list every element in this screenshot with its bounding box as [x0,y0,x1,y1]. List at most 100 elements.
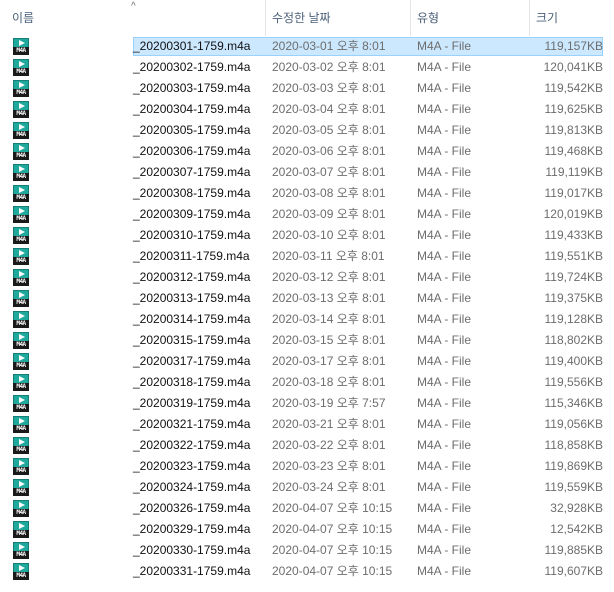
file-row[interactable]: M4A _20200305-1759.m4a 2020-03-05 오후 8:01 M… [0,120,614,141]
file-name[interactable]: _20200302-1759.m4a [133,57,250,78]
file-name[interactable]: _20200329-1759.m4a [133,519,250,540]
file-row[interactable]: M4A _20200330-1759.m4a 2020-04-07 오후 10:15… [0,540,614,561]
m4a-file-icon: M4A [13,521,29,538]
file-name[interactable]: _20200305-1759.m4a [133,120,250,141]
file-name[interactable]: _20200303-1759.m4a [133,78,250,99]
file-row[interactable]: M4A _20200317-1759.m4a 2020-03-17 오후 8:01 M… [0,351,614,372]
file-name[interactable]: _20200314-1759.m4a [133,309,250,330]
file-name[interactable]: _20200330-1759.m4a [133,540,250,561]
file-row[interactable]: M4A _20200321-1759.m4a 2020-03-21 오후 8:01 M… [0,414,614,435]
file-size: 118,858KB [544,438,604,452]
file-type: M4A - File [417,522,472,536]
file-row[interactable]: M4A _20200307-1759.m4a 2020-03-07 오후 8:01 M… [0,162,614,183]
file-name[interactable]: _20200322-1759.m4a [133,435,250,456]
file-name[interactable]: _20200324-1759.m4a [133,477,250,498]
file-name[interactable]: _20200319-1759.m4a [133,393,250,414]
file-row[interactable]: M4A _20200309-1759.m4a 2020-03-09 오후 8:01 M… [0,204,614,225]
file-name[interactable]: _20200307-1759.m4a [133,162,250,183]
file-icon-label: M4A [13,89,29,97]
play-icon [19,208,25,214]
column-header-size[interactable]: 크기 [529,0,614,36]
file-row[interactable]: M4A _20200324-1759.m4a 2020-03-24 오후 8:01 M… [0,477,614,498]
file-row[interactable]: M4A _20200310-1759.m4a 2020-03-10 오후 8:01 M… [0,225,614,246]
play-icon [19,166,25,172]
m4a-file-icon: M4A [13,248,29,265]
file-name[interactable]: _20200323-1759.m4a [133,456,250,477]
file-icon-label: M4A [13,383,29,391]
file-date-modified: 2020-03-08 오후 8:01 [272,186,386,200]
file-type: M4A - File [417,102,472,116]
file-name[interactable]: _20200326-1759.m4a [133,498,250,519]
file-name[interactable]: _20200321-1759.m4a [133,414,250,435]
m4a-file-icon: M4A [13,59,29,76]
file-row[interactable]: M4A _20200312-1759.m4a 2020-03-12 오후 8:01 M… [0,267,614,288]
m4a-file-icon: M4A [13,458,29,475]
file-row[interactable]: M4A _20200313-1759.m4a 2020-03-13 오후 8:01 M… [0,288,614,309]
file-icon-label: M4A [13,509,29,517]
file-size: 115,346KB [544,396,604,410]
file-type: M4A - File [417,81,472,95]
file-type: M4A - File [417,564,472,578]
file-row[interactable]: M4A _20200319-1759.m4a 2020-03-19 오후 7:57 M… [0,393,614,414]
file-name[interactable]: _20200301-1759.m4a [133,36,250,57]
file-size: 119,017KB [544,186,604,200]
file-date-modified: 2020-03-17 오후 8:01 [272,354,386,368]
file-row[interactable]: M4A _20200303-1759.m4a 2020-03-03 오후 8:01 M… [0,78,614,99]
file-row[interactable]: M4A _20200326-1759.m4a 2020-04-07 오후 10:15… [0,498,614,519]
m4a-file-icon: M4A [13,122,29,139]
file-type: M4A - File [417,270,472,284]
file-name[interactable]: _20200331-1759.m4a [133,561,250,582]
file-type: M4A - File [417,144,472,158]
sort-ascending-icon: ^ [131,1,136,12]
file-row[interactable]: M4A _20200306-1759.m4a 2020-03-06 오후 8:01 M… [0,141,614,162]
play-icon [19,124,25,130]
play-icon [19,502,25,508]
play-icon [19,439,25,445]
file-size: 120,041KB [543,60,603,74]
file-name[interactable]: _20200317-1759.m4a [133,351,250,372]
file-type: M4A - File [417,543,472,557]
file-type: M4A - File [417,249,472,263]
play-icon [19,145,25,151]
file-name[interactable]: _20200315-1759.m4a [133,330,250,351]
play-icon [19,334,25,340]
file-icon-label: M4A [13,362,29,370]
file-size: 119,400KB [544,354,604,368]
file-name[interactable]: _20200304-1759.m4a [133,99,250,120]
file-row[interactable]: M4A _20200304-1759.m4a 2020-03-04 오후 8:01 M… [0,99,614,120]
file-row[interactable]: M4A _20200311-1759.m4a 2020-03-11 오후 8:01 M… [0,246,614,267]
file-type: M4A - File [417,501,472,515]
file-row[interactable]: M4A _20200308-1759.m4a 2020-03-08 오후 8:01 M… [0,183,614,204]
m4a-file-icon: M4A [13,311,29,328]
file-row[interactable]: M4A _20200331-1759.m4a 2020-04-07 오후 10:15… [0,561,614,582]
file-name[interactable]: _20200306-1759.m4a [133,141,250,162]
file-name[interactable]: _20200318-1759.m4a [133,372,250,393]
file-name[interactable]: _20200313-1759.m4a [133,288,250,309]
file-row[interactable]: M4A _20200323-1759.m4a 2020-03-23 오후 8:01 M… [0,456,614,477]
m4a-file-icon: M4A [13,416,29,433]
play-icon [19,460,25,466]
file-row[interactable]: M4A _20200314-1759.m4a 2020-03-14 오후 8:01 M… [0,309,614,330]
file-type: M4A - File [417,39,472,53]
file-name[interactable]: _20200312-1759.m4a [133,267,250,288]
file-row[interactable]: M4A _20200315-1759.m4a 2020-03-15 오후 8:01 M… [0,330,614,351]
m4a-file-icon: M4A [13,542,29,559]
file-date-modified: 2020-03-23 오후 8:01 [272,459,386,473]
file-row[interactable]: M4A _20200318-1759.m4a 2020-03-18 오후 8:01 M… [0,372,614,393]
file-date-modified: 2020-03-06 오후 8:01 [272,144,386,158]
file-row[interactable]: M4A _20200329-1759.m4a 2020-04-07 오후 10:15… [0,519,614,540]
file-list: M4A _20200301-1759.m4a 2020-03-01 오후 8:01 M… [0,36,614,582]
column-header-type[interactable]: 유형 [410,0,528,36]
file-name[interactable]: _20200309-1759.m4a [133,204,250,225]
file-icon-label: M4A [13,236,29,244]
file-row[interactable]: M4A _20200322-1759.m4a 2020-03-22 오후 8:01 M… [0,435,614,456]
column-header-date-modified[interactable]: 수정한 날짜 [265,0,409,36]
file-name[interactable]: _20200308-1759.m4a [133,183,250,204]
file-date-modified: 2020-03-14 오후 8:01 [272,312,386,326]
file-icon-label: M4A [13,446,29,454]
file-row[interactable]: M4A _20200302-1759.m4a 2020-03-02 오후 8:01 M… [0,57,614,78]
file-name[interactable]: _20200310-1759.m4a [133,225,250,246]
file-name[interactable]: _20200311-1759.m4a [133,246,250,267]
m4a-file-icon: M4A [13,353,29,370]
file-row[interactable]: M4A _20200301-1759.m4a 2020-03-01 오후 8:01 M… [0,36,614,57]
